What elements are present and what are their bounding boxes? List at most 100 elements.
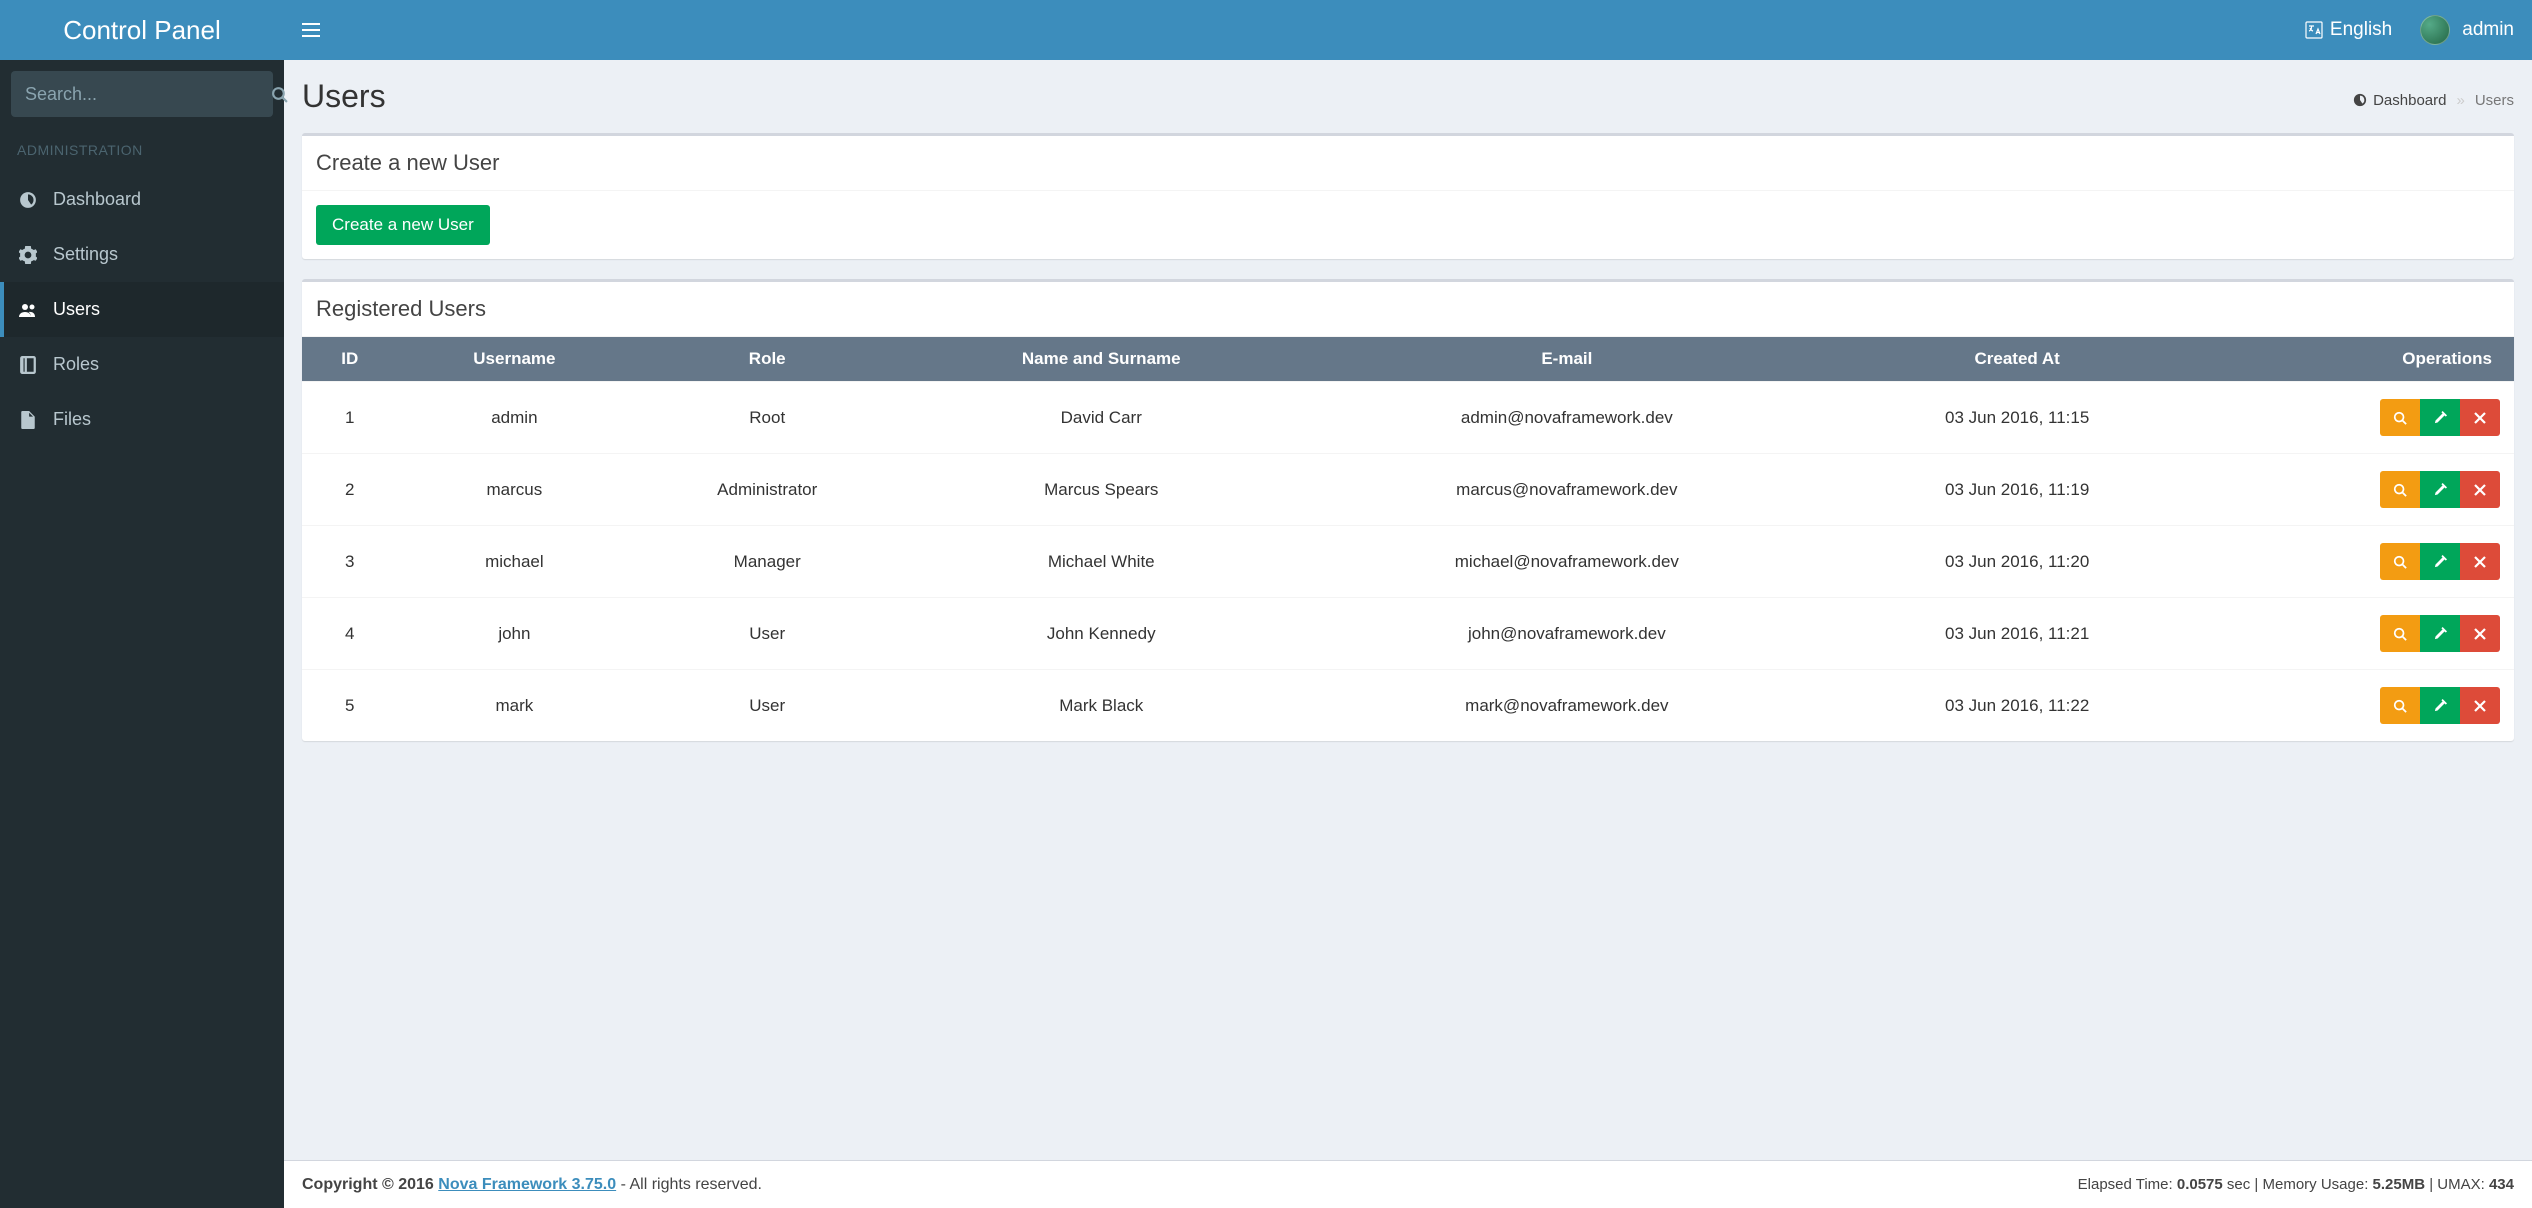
users-table-panel: Registered Users IDUsernameRoleName and … — [302, 279, 2514, 741]
menu-toggle-button[interactable] — [302, 23, 320, 37]
column-header: Role — [631, 337, 903, 382]
view-button[interactable] — [2380, 471, 2420, 508]
edit-button[interactable] — [2420, 615, 2460, 652]
column-header: E-mail — [1299, 337, 1834, 382]
create-user-button[interactable]: Create a new User — [316, 205, 490, 245]
user-menu[interactable]: admin — [2420, 15, 2514, 45]
cell-name: Mark Black — [903, 670, 1299, 742]
delete-button[interactable] — [2460, 687, 2500, 724]
column-header: Created At — [1834, 337, 2200, 382]
search-icon — [2393, 483, 2407, 497]
avatar — [2420, 15, 2450, 45]
cell-id: 1 — [302, 382, 397, 454]
edit-button[interactable] — [2420, 471, 2460, 508]
sidebar-item-files[interactable]: Files — [0, 392, 284, 447]
column-header: Name and Surname — [903, 337, 1299, 382]
gear-icon — [18, 246, 38, 264]
edit-button[interactable] — [2420, 399, 2460, 436]
table-row: 2marcusAdministratorMarcus Spearsmarcus@… — [302, 454, 2514, 526]
breadcrumb-home[interactable]: Dashboard — [2353, 92, 2446, 109]
footer-memory: 5.25MB — [2373, 1176, 2426, 1193]
delete-button[interactable] — [2460, 399, 2500, 436]
sidebar-item-label: Roles — [53, 354, 99, 375]
cell-name: Marcus Spears — [903, 454, 1299, 526]
cell-username: marcus — [397, 454, 631, 526]
x-icon — [2474, 700, 2486, 712]
breadcrumb-separator: » — [2456, 92, 2464, 109]
footer-copy-prefix: Copyright © 2016 — [302, 1176, 438, 1193]
cell-username: mark — [397, 670, 631, 742]
view-button[interactable] — [2380, 615, 2420, 652]
search-container — [0, 60, 284, 128]
cell-username: admin — [397, 382, 631, 454]
view-button[interactable] — [2380, 543, 2420, 580]
x-icon — [2474, 484, 2486, 496]
footer-stat-label-1: Elapsed Time: — [2078, 1176, 2177, 1193]
users-table: IDUsernameRoleName and SurnameE-mailCrea… — [302, 337, 2514, 741]
pencil-icon — [2433, 555, 2447, 569]
page-title: Users — [302, 78, 386, 115]
edit-button[interactable] — [2420, 687, 2460, 724]
cell-role: Manager — [631, 526, 903, 598]
column-header: Username — [397, 337, 631, 382]
book-icon — [18, 356, 38, 374]
sidebar-item-roles[interactable]: Roles — [0, 337, 284, 392]
pencil-icon — [2433, 627, 2447, 641]
sidebar-item-label: Users — [53, 299, 100, 320]
delete-button[interactable] — [2460, 471, 2500, 508]
file-icon — [18, 411, 38, 429]
cell-operations — [2200, 526, 2514, 598]
pencil-icon — [2433, 699, 2447, 713]
sidebar-section-header: ADMINISTRATION — [0, 128, 284, 172]
sidebar: Control Panel ADMINISTRATION Dashboard Se… — [0, 0, 284, 1208]
view-button[interactable] — [2380, 399, 2420, 436]
cell-email: john@novaframework.dev — [1299, 598, 1834, 670]
x-icon — [2474, 556, 2486, 568]
cell-email: michael@novaframework.dev — [1299, 526, 1834, 598]
users-table-header: Registered Users — [302, 282, 2514, 337]
search-icon — [2393, 627, 2407, 641]
footer-left: Copyright © 2016 Nova Framework 3.75.0 -… — [302, 1176, 762, 1194]
delete-button[interactable] — [2460, 615, 2500, 652]
search-icon — [2393, 699, 2407, 713]
cell-name: Michael White — [903, 526, 1299, 598]
content: Users Dashboard » Users Create a new Use… — [284, 60, 2532, 779]
edit-button[interactable] — [2420, 543, 2460, 580]
sidebar-item-settings[interactable]: Settings — [0, 227, 284, 282]
topbar: English admin — [284, 0, 2532, 60]
brand[interactable]: Control Panel — [0, 0, 284, 60]
sidebar-item-dashboard[interactable]: Dashboard — [0, 172, 284, 227]
language-selector[interactable]: English — [2305, 19, 2392, 41]
cell-created: 03 Jun 2016, 11:20 — [1834, 526, 2200, 598]
column-header: Operations — [2200, 337, 2514, 382]
cell-operations — [2200, 382, 2514, 454]
page-header: Users Dashboard » Users — [302, 78, 2514, 115]
footer: Copyright © 2016 Nova Framework 3.75.0 -… — [284, 1160, 2532, 1208]
column-header: ID — [302, 337, 397, 382]
footer-elapsed: 0.0575 — [2177, 1176, 2223, 1193]
cell-name: John Kennedy — [903, 598, 1299, 670]
cell-username: john — [397, 598, 631, 670]
table-row: 3michaelManagerMichael Whitemichael@nova… — [302, 526, 2514, 598]
table-row: 1adminRootDavid Carradmin@novaframework.… — [302, 382, 2514, 454]
delete-button[interactable] — [2460, 543, 2500, 580]
view-button[interactable] — [2380, 687, 2420, 724]
create-user-header: Create a new User — [302, 136, 2514, 191]
sidebar-item-label: Settings — [53, 244, 118, 265]
footer-stat-label-2: sec | Memory Usage: — [2223, 1176, 2373, 1193]
cell-operations — [2200, 598, 2514, 670]
breadcrumb-home-label: Dashboard — [2373, 92, 2446, 109]
search-input[interactable] — [11, 84, 271, 105]
cell-created: 03 Jun 2016, 11:15 — [1834, 382, 2200, 454]
footer-framework-link[interactable]: Nova Framework 3.75.0 — [438, 1176, 616, 1193]
sidebar-item-label: Files — [53, 409, 91, 430]
table-row: 5markUserMark Blackmark@novaframework.de… — [302, 670, 2514, 742]
breadcrumb-current: Users — [2475, 92, 2514, 109]
table-row: 4johnUserJohn Kennedyjohn@novaframework.… — [302, 598, 2514, 670]
footer-umax: 434 — [2489, 1176, 2514, 1193]
cell-role: User — [631, 598, 903, 670]
cell-id: 2 — [302, 454, 397, 526]
cell-created: 03 Jun 2016, 11:22 — [1834, 670, 2200, 742]
sidebar-item-users[interactable]: Users — [0, 282, 284, 337]
dashboard-icon — [18, 191, 38, 209]
